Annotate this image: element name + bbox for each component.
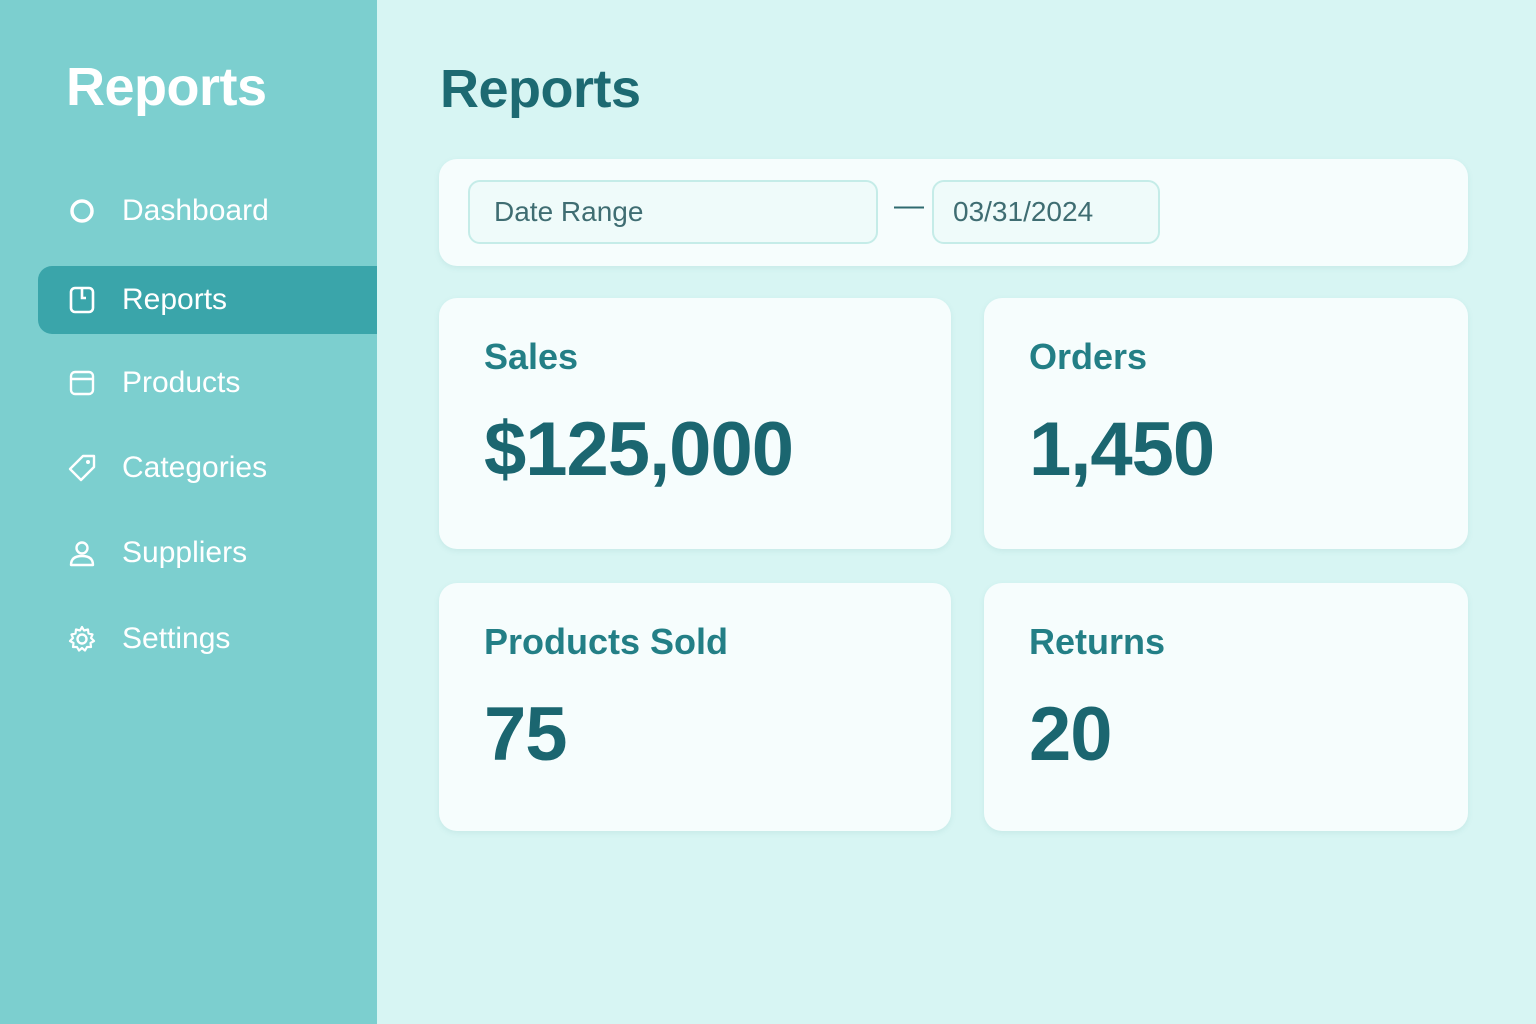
sidebar-item-label: Categories bbox=[122, 451, 268, 484]
stat-value: 1,450 bbox=[1029, 407, 1215, 492]
sidebar-item-settings[interactable]: Settings bbox=[38, 605, 377, 673]
sidebar-item-categories[interactable]: Categories bbox=[38, 434, 377, 502]
date-filter-card: Date Range — 03/31/2024 bbox=[439, 159, 1468, 266]
report-icon bbox=[66, 284, 98, 316]
end-date-input[interactable]: 03/31/2024 bbox=[932, 180, 1160, 244]
sidebar-title: Reports bbox=[66, 57, 267, 117]
stat-value: 20 bbox=[1029, 692, 1113, 777]
stat-value: $125,000 bbox=[484, 407, 794, 492]
sidebar: Reports Dashboard Reports Products Categ… bbox=[0, 0, 377, 1024]
page-title: Reports bbox=[440, 59, 641, 119]
stat-label: Sales bbox=[484, 336, 579, 377]
stat-label: Orders bbox=[1029, 336, 1148, 377]
user-icon bbox=[66, 537, 98, 569]
stat-label: Returns bbox=[1029, 621, 1166, 662]
stat-value: 75 bbox=[484, 692, 568, 777]
tag-icon bbox=[66, 452, 98, 484]
stat-card-sales: Sales $125,000 bbox=[439, 298, 951, 549]
stat-card-products-sold: Products Sold 75 bbox=[439, 583, 951, 831]
sidebar-item-label: Suppliers bbox=[122, 536, 248, 569]
sidebar-item-dashboard[interactable]: Dashboard bbox=[38, 177, 377, 245]
stat-label: Products Sold bbox=[484, 621, 729, 662]
sidebar-item-label: Settings bbox=[122, 622, 231, 655]
sidebar-item-label: Reports bbox=[122, 283, 228, 316]
gear-icon bbox=[66, 623, 98, 655]
sidebar-item-suppliers[interactable]: Suppliers bbox=[38, 519, 377, 587]
app: Reports Dashboard Reports Products Categ… bbox=[0, 0, 1536, 1024]
sidebar-item-products[interactable]: Products bbox=[38, 349, 377, 417]
date-range-separator: — bbox=[894, 189, 924, 222]
sidebar-item-label: Products bbox=[122, 366, 241, 399]
stat-card-orders: Orders 1,450 bbox=[984, 298, 1468, 549]
stat-card-returns: Returns 20 bbox=[984, 583, 1468, 831]
sidebar-item-reports[interactable]: Reports bbox=[38, 266, 377, 334]
box-icon bbox=[66, 367, 98, 399]
sidebar-item-label: Dashboard bbox=[122, 194, 269, 227]
date-range-input[interactable]: Date Range bbox=[468, 180, 878, 244]
circle-icon bbox=[66, 195, 98, 227]
